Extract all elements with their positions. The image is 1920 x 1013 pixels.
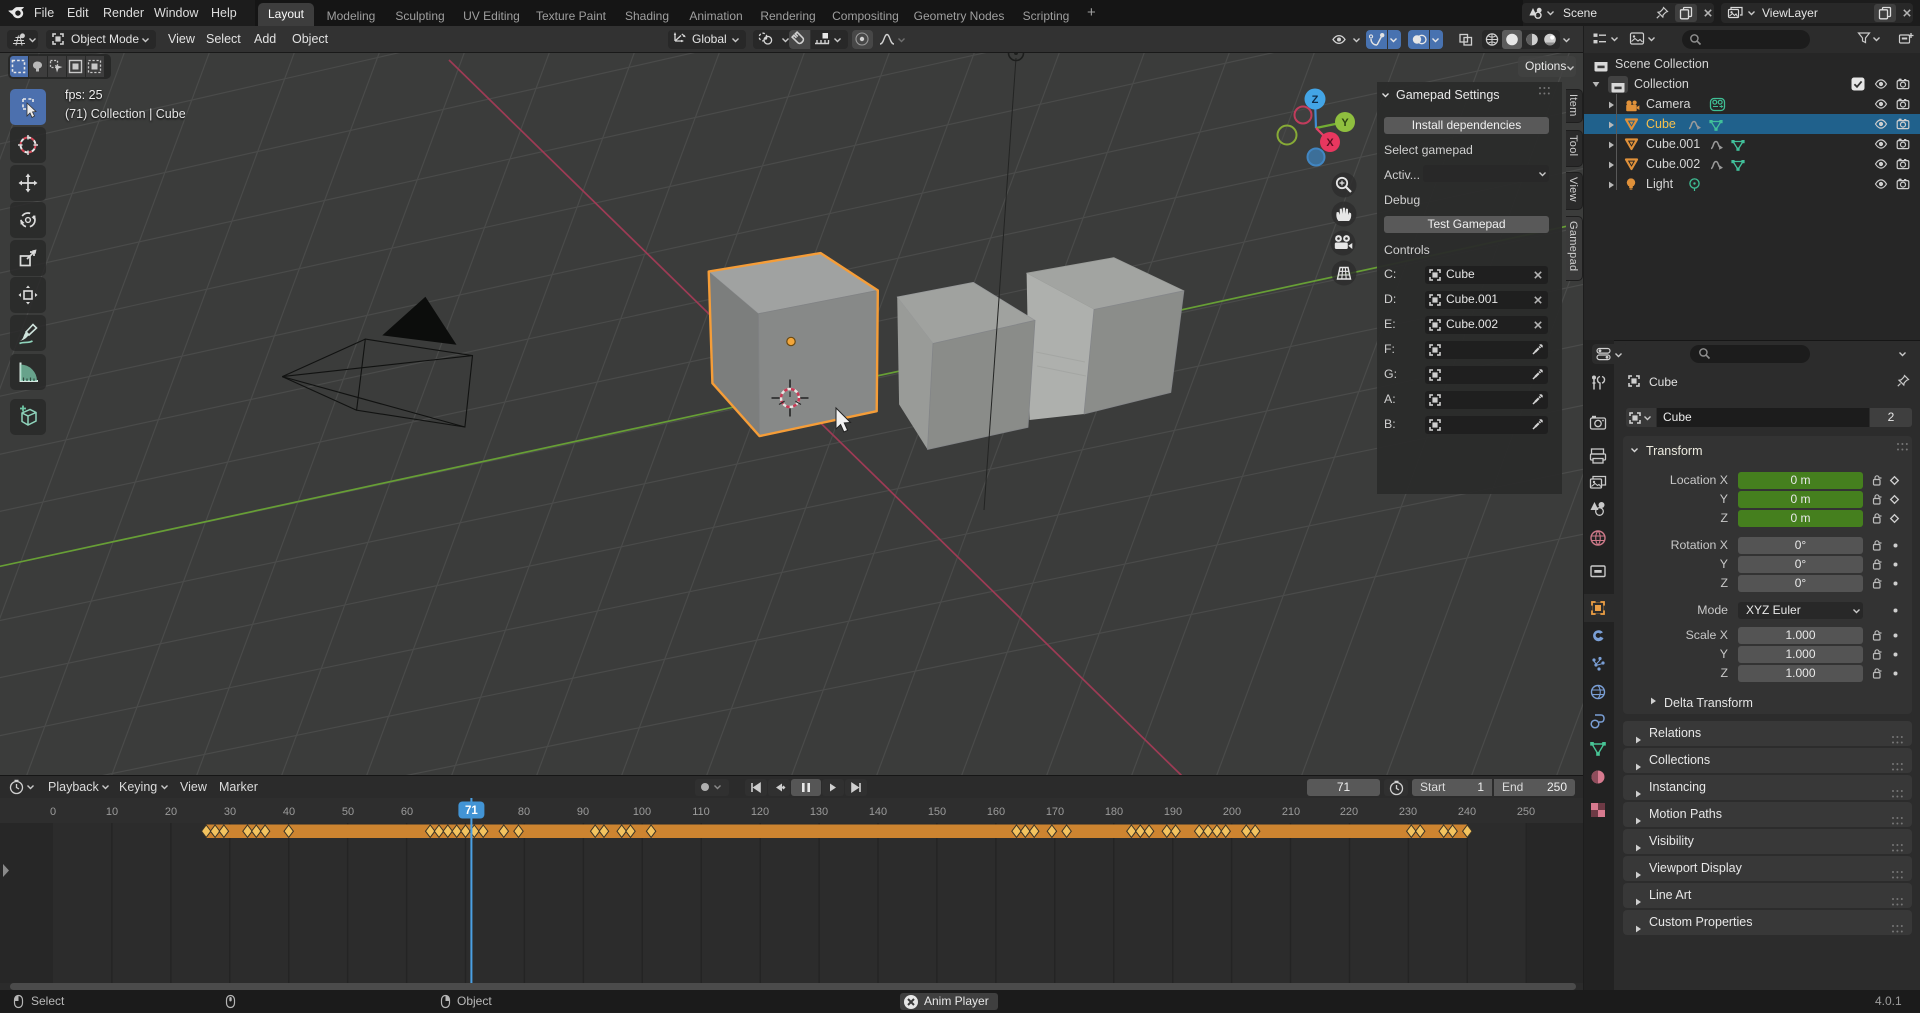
svg-text:90: 90 bbox=[577, 806, 589, 818]
svg-text:110: 110 bbox=[692, 806, 710, 818]
svg-text:10: 10 bbox=[106, 806, 118, 818]
svg-text:160: 160 bbox=[987, 806, 1005, 818]
svg-text:250: 250 bbox=[1517, 806, 1535, 818]
svg-text:170: 170 bbox=[1046, 806, 1064, 818]
svg-text:200: 200 bbox=[1223, 806, 1241, 818]
svg-text:120: 120 bbox=[751, 806, 769, 818]
svg-text:80: 80 bbox=[518, 806, 530, 818]
svg-text:240: 240 bbox=[1458, 806, 1476, 818]
svg-text:71: 71 bbox=[465, 805, 478, 817]
svg-text:X: X bbox=[1326, 137, 1334, 149]
svg-text:60: 60 bbox=[401, 806, 413, 818]
svg-text:140: 140 bbox=[869, 806, 887, 818]
svg-text:50: 50 bbox=[342, 806, 354, 818]
svg-text:Y: Y bbox=[1341, 117, 1349, 129]
svg-text:0: 0 bbox=[50, 806, 56, 818]
svg-text:220: 220 bbox=[1340, 806, 1358, 818]
svg-text:30: 30 bbox=[224, 806, 236, 818]
svg-text:210: 210 bbox=[1282, 806, 1300, 818]
svg-text:150: 150 bbox=[928, 806, 946, 818]
svg-text:40: 40 bbox=[283, 806, 295, 818]
svg-text:100: 100 bbox=[633, 806, 651, 818]
svg-text:130: 130 bbox=[810, 806, 828, 818]
svg-text:230: 230 bbox=[1399, 806, 1417, 818]
svg-text:Z: Z bbox=[1312, 94, 1319, 106]
svg-text:190: 190 bbox=[1164, 806, 1182, 818]
svg-text:180: 180 bbox=[1105, 806, 1123, 818]
svg-text:20: 20 bbox=[165, 806, 177, 818]
